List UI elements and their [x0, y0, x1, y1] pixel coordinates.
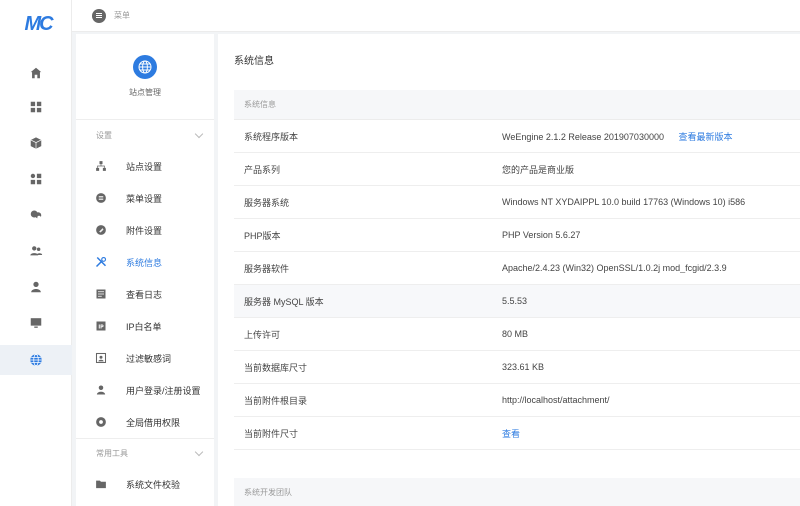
- folder-icon: [94, 477, 108, 491]
- version-value: WeEngine 2.1.2 Release 201907030000: [502, 131, 664, 142]
- check-latest-version-link[interactable]: 查看最新版本: [678, 132, 732, 142]
- row-value: Apache/2.4.23 (Win32) OpenSSL/1.0.2j mod…: [502, 263, 727, 273]
- table-row: 上传许可 80 MB: [234, 318, 800, 351]
- sidebar-item-ip-whitelist[interactable]: IP IP白名单: [76, 310, 214, 342]
- system-info-table: 系统程序版本 WeEngine 2.1.2 Release 2019070300…: [234, 120, 800, 450]
- page-title: 系统信息: [234, 56, 274, 67]
- site-management-title: 站点管理: [129, 88, 161, 97]
- dev-team-section-header: 系统开发团队: [234, 478, 800, 506]
- topbar-menu-label[interactable]: 菜单: [114, 10, 130, 21]
- group-header-tools[interactable]: 常用工具: [76, 438, 214, 468]
- row-key: 服务器软件: [244, 263, 290, 274]
- ip-icon: IP: [94, 319, 108, 333]
- group-header-settings[interactable]: 设置: [76, 120, 214, 150]
- row-key: 当前附件尺寸: [244, 428, 299, 439]
- sidebar-item-file-check[interactable]: 系统文件校验: [76, 468, 214, 500]
- row-value: 您的产品是商业版: [502, 164, 575, 175]
- sidebar-item-site-settings[interactable]: 站点设置: [76, 150, 214, 182]
- table-row: 服务器软件 Apache/2.4.23 (Win32) OpenSSL/1.0.…: [234, 252, 800, 285]
- users-icon[interactable]: [0, 236, 72, 266]
- table-row: 当前附件根目录 http://localhost/attachment/: [234, 384, 800, 417]
- table-row: 产品系列 您的产品是商业版: [234, 153, 800, 186]
- sidebar-item-label: 系统信息: [126, 257, 163, 268]
- section-header: 系统信息: [234, 90, 800, 120]
- settings-sidebar: 站点管理 设置 站点设置 菜单设置 附件设置 系统信息 查看日志 IP IP白名…: [76, 34, 214, 506]
- sidebar-item-attachment-settings[interactable]: 附件设置: [76, 214, 214, 246]
- table-row: 服务器 MySQL 版本 5.5.53: [234, 285, 800, 318]
- sidebar-item-label: 附件设置: [126, 225, 163, 236]
- sitemap-icon: [94, 159, 108, 173]
- row-key: 当前附件根目录: [244, 395, 308, 406]
- row-key: 服务器 MySQL 版本: [244, 296, 324, 307]
- monitor-icon[interactable]: [0, 308, 72, 338]
- sidebar-item-label: 查看日志: [126, 289, 163, 300]
- sidebar-item-label: 站点设置: [126, 161, 163, 172]
- globe-icon: [133, 55, 157, 79]
- sidebar-item-menu-settings[interactable]: 菜单设置: [76, 182, 214, 214]
- filter-icon: [94, 351, 108, 365]
- sidebar-item-filter-words[interactable]: 过滤敏感词: [76, 342, 214, 374]
- grid-icon[interactable]: [0, 92, 72, 122]
- group-title: 常用工具: [96, 449, 128, 458]
- apps-icon[interactable]: [0, 164, 72, 194]
- paperclip-icon: [94, 223, 108, 237]
- table-row: 服务器系统 Windows NT XYDAIPPL 10.0 build 177…: [234, 186, 800, 219]
- row-value: 5.5.53: [502, 296, 528, 306]
- sidebar-item-label: IP白名单: [126, 321, 162, 332]
- app-logo[interactable]: MC: [18, 12, 58, 36]
- site-card: 站点管理: [76, 34, 214, 120]
- globe-icon[interactable]: [0, 345, 72, 375]
- sidebar-item-view-logs[interactable]: 查看日志: [76, 278, 214, 310]
- table-row: 系统程序版本 WeEngine 2.1.2 Release 2019070300…: [234, 120, 800, 153]
- row-key: 上传许可: [244, 329, 281, 340]
- row-value: 323.61 KB: [502, 362, 545, 372]
- user-icon[interactable]: [0, 272, 72, 302]
- table-row: 当前数据库尺寸 323.61 KB: [234, 351, 800, 384]
- sidebar-item-global-permissions[interactable]: 全局借用权限: [76, 406, 214, 438]
- row-key: 产品系列: [244, 164, 281, 175]
- chevron-down-icon: [194, 447, 204, 457]
- menu-circle-icon: [94, 191, 108, 205]
- sidebar-item-user-login-settings[interactable]: 用户登录/注册设置: [76, 374, 214, 406]
- cube-icon[interactable]: [0, 128, 72, 158]
- table-row: 当前附件尺寸 查看: [234, 417, 800, 450]
- cloud-icon[interactable]: [0, 199, 72, 229]
- row-key: PHP版本: [244, 230, 281, 241]
- sidebar-item-system-info[interactable]: 系统信息: [76, 246, 214, 278]
- tools-icon: [94, 255, 108, 269]
- permission-icon: [94, 415, 108, 429]
- sidebar-item-label: 菜单设置: [126, 193, 163, 204]
- chevron-down-icon: [194, 129, 204, 138]
- user-icon: [94, 383, 108, 397]
- app-window: MC 菜单 站点管理 设置 站点设置 菜单设置 附件设置 系统信息 查看日志 I…: [0, 0, 800, 506]
- main-content: 系统信息 系统信息 系统程序版本 WeEngine 2.1.2 Release …: [218, 34, 800, 506]
- view-attachment-size-link[interactable]: 查看: [502, 427, 800, 440]
- icon-rail: MC: [0, 0, 72, 506]
- row-value: 80 MB: [502, 329, 529, 339]
- top-bar: 菜单: [72, 0, 800, 32]
- home-icon[interactable]: [0, 58, 72, 88]
- sidebar-item-label: 全局借用权限: [126, 417, 181, 428]
- group-title: 设置: [96, 130, 112, 140]
- sidebar-item-label: 系统文件校验: [126, 479, 181, 490]
- table-row: PHP版本 PHP Version 5.6.27: [234, 219, 800, 252]
- sidebar-item-label: 过滤敏感词: [126, 353, 172, 364]
- row-value: Windows NT XYDAIPPL 10.0 build 17763 (Wi…: [502, 197, 746, 207]
- menu-icon[interactable]: [92, 8, 106, 23]
- row-key: 当前数据库尺寸: [244, 362, 308, 373]
- row-value: http://localhost/attachment/: [502, 395, 610, 405]
- log-icon: [94, 287, 108, 301]
- row-key: 服务器系统: [244, 197, 290, 208]
- row-value: WeEngine 2.1.2 Release 201907030000 查看最新…: [502, 130, 800, 143]
- row-key: 系统程序版本: [244, 131, 299, 142]
- row-value: PHP Version 5.6.27: [502, 230, 581, 240]
- svg-text:IP: IP: [98, 324, 104, 330]
- sidebar-item-label: 用户登录/注册设置: [126, 385, 201, 396]
